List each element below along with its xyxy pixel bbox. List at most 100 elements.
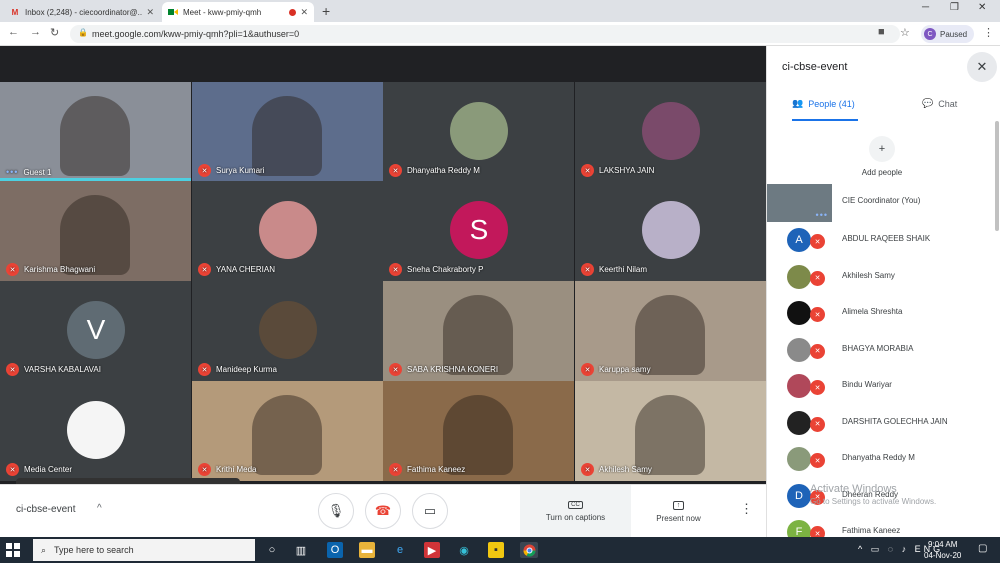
- tab-meet[interactable]: Meet - kww-pmiy-qmh ✕: [162, 2, 314, 22]
- meet-icon: [168, 7, 178, 17]
- participant-name: ABDUL RAQEEB SHAIK: [842, 234, 931, 243]
- camera-button[interactable]: ▭: [412, 493, 448, 529]
- participant-name: Manideep Kurma: [216, 365, 277, 374]
- participant-tile[interactable]: ✕ Media Center: [0, 381, 191, 481]
- panel-title: ci-cbse-event: [782, 61, 848, 73]
- tab-title: Meet - kww-pmiy-qmh: [183, 7, 262, 17]
- window-close-icon[interactable]: ✕: [978, 2, 986, 13]
- participant-self[interactable]: CIE Coordinator (You): [767, 184, 997, 220]
- notifications-icon[interactable]: ▢: [978, 543, 987, 554]
- chrome-icon[interactable]: [520, 542, 538, 558]
- bookmark-star-icon[interactable]: ☆: [900, 26, 910, 39]
- restore-icon[interactable]: ❐: [950, 2, 959, 13]
- participant-name: LAKSHYA JAIN: [599, 166, 655, 175]
- participant-name: Bindu Wariyar: [842, 380, 892, 389]
- chevron-up-icon[interactable]: ^: [97, 503, 102, 514]
- mic-muted-icon: ✕: [389, 363, 402, 376]
- participant-name: Sneha Chakraborty P: [407, 265, 484, 274]
- camera-indicator-icon[interactable]: ■: [878, 26, 885, 38]
- participant-row[interactable]: ✕ Dhanyatha Reddy M: [767, 441, 997, 477]
- browser-menu-icon[interactable]: ⋮: [983, 26, 994, 39]
- participant-name: SABA KRISHNA KONERI: [407, 365, 499, 374]
- participant-label: ✕ SABA KRISHNA KONERI: [389, 363, 498, 376]
- participant-tile[interactable]: ✕ LAKSHYA JAIN: [575, 82, 766, 182]
- participant-avatar: [787, 447, 811, 471]
- participant-tile[interactable]: V ✕ VARSHA KABALAVAI: [0, 281, 191, 381]
- task-view-icon[interactable]: ▥: [293, 542, 309, 558]
- participant-avatar: [450, 102, 508, 160]
- participant-name: Krithi Meda: [216, 465, 257, 474]
- mic-muted-icon: ✕: [810, 526, 825, 537]
- new-tab-icon[interactable]: +: [322, 3, 330, 19]
- forward-icon[interactable]: →: [30, 26, 41, 38]
- participant-row[interactable]: ✕ BHAGYA MORABIA: [767, 332, 997, 368]
- outlook-icon[interactable]: O: [327, 542, 343, 558]
- mic-muted-icon: ✕: [810, 234, 825, 249]
- edge-icon[interactable]: ◉: [456, 542, 472, 558]
- leave-call-button[interactable]: ☎: [365, 493, 401, 529]
- participant-tile[interactable]: ✕ SABA KRISHNA KONERI: [383, 281, 574, 381]
- participant-row[interactable]: ✕ Alimela Shreshta: [767, 295, 997, 331]
- participant-tile[interactable]: S ✕ Sneha Chakraborty P: [383, 181, 574, 281]
- participant-row[interactable]: F ✕ Fathima Kaneez: [767, 514, 997, 537]
- present-label: Present now: [656, 513, 701, 523]
- tab-chat[interactable]: 💬 Chat: [922, 98, 957, 109]
- participant-row[interactable]: ✕ DARSHITA GOLECHHA JAIN: [767, 405, 997, 441]
- minimize-icon[interactable]: ─: [922, 2, 929, 13]
- close-tab-icon[interactable]: ✕: [300, 7, 308, 18]
- participant-tile[interactable]: ••• Guest 1: [0, 82, 191, 182]
- captions-button[interactable]: CC Turn on captions: [520, 485, 631, 538]
- mic-muted-icon: ✕: [198, 463, 211, 476]
- participant-name: Dhanyatha Reddy M: [842, 453, 915, 462]
- participant-tile[interactable]: ✕ Krithi Meda: [192, 381, 383, 481]
- back-icon[interactable]: ←: [8, 26, 19, 38]
- mic-muted-icon: ✕: [581, 164, 594, 177]
- profile-button[interactable]: C Paused: [921, 25, 974, 43]
- participant-tile[interactable]: ✕ Akhilesh Samy: [575, 381, 766, 481]
- participant-row[interactable]: ✕ Bindu Wariyar: [767, 368, 997, 404]
- reload-icon[interactable]: ↻: [50, 26, 59, 39]
- edge-legacy-icon[interactable]: e: [392, 542, 408, 558]
- microphone-button[interactable]: 🎙: [318, 493, 354, 529]
- participant-row[interactable]: A ✕ ABDUL RAQEEB SHAIK: [767, 222, 997, 258]
- participant-tile[interactable]: ✕ Fathima Kaneez: [383, 381, 574, 481]
- video-editor-icon[interactable]: ▶: [424, 542, 440, 558]
- cortana-icon[interactable]: ○: [264, 542, 280, 558]
- participant-name: Akhilesh Samy: [842, 270, 895, 280]
- participant-label: ✕ Manideep Kurma: [198, 363, 277, 376]
- participant-tile[interactable]: ✕ Karuppa samy: [575, 281, 766, 381]
- participant-tile[interactable]: ✕ Karishma Bhagwani: [0, 181, 191, 281]
- activate-windows-watermark: Activate Windows Go to Settings to activ…: [810, 483, 936, 506]
- mic-muted-icon: ✕: [810, 307, 825, 322]
- add-people-button[interactable]: + Add people: [847, 136, 917, 177]
- mic-muted-icon: ✕: [198, 263, 211, 276]
- file-explorer-icon[interactable]: ▬: [359, 542, 375, 558]
- participant-tile[interactable]: ✕ Manideep Kurma: [192, 281, 383, 381]
- taskbar-clock[interactable]: 9:04 AM 04-Nov-20: [924, 539, 961, 561]
- more-options-icon[interactable]: ⋮: [740, 501, 753, 517]
- participant-tile[interactable]: ✕ Surya Kumari: [192, 82, 383, 182]
- url-text: meet.google.com/kww-pmiy-qmh?pli=1&authu…: [92, 29, 300, 39]
- meeting-details-label[interactable]: ci-cbse-event: [16, 504, 75, 515]
- close-tab-icon[interactable]: ✕: [146, 7, 154, 18]
- close-panel-button[interactable]: ✕: [967, 52, 997, 82]
- windows-start-icon[interactable]: [6, 543, 20, 557]
- side-panel: ci-cbse-event ✕ 👥 People (41) 💬 Chat + A…: [766, 46, 1000, 537]
- tab-gmail[interactable]: M Inbox (2,248) - ciecoordinator@... ✕: [4, 2, 160, 22]
- taskbar-search[interactable]: ⌕ Type here to search: [33, 539, 255, 561]
- participant-avatar: S: [450, 201, 508, 259]
- participant-tile[interactable]: ✕ Keerthi Nilam: [575, 181, 766, 281]
- participant-name: BHAGYA MORABIA: [842, 343, 914, 353]
- participant-avatar: [259, 301, 317, 359]
- participant-row[interactable]: ✕ Akhilesh Samy: [767, 259, 997, 295]
- mic-muted-icon: ✕: [389, 164, 402, 177]
- mic-muted-icon: ✕: [810, 453, 825, 468]
- tab-people[interactable]: 👥 People (41): [792, 98, 855, 109]
- participant-avatar: A: [787, 228, 811, 252]
- participant-avatar: [642, 201, 700, 259]
- sticky-notes-icon[interactable]: ▪: [488, 542, 504, 558]
- participant-tile[interactable]: ✕ Dhanyatha Reddy M: [383, 82, 574, 182]
- present-now-button[interactable]: ↑ Present now: [631, 485, 726, 538]
- url-field[interactable]: 🔒 meet.google.com/kww-pmiy-qmh?pli=1&aut…: [70, 25, 900, 43]
- participant-tile[interactable]: ✕ YANA CHERIAN: [192, 181, 383, 281]
